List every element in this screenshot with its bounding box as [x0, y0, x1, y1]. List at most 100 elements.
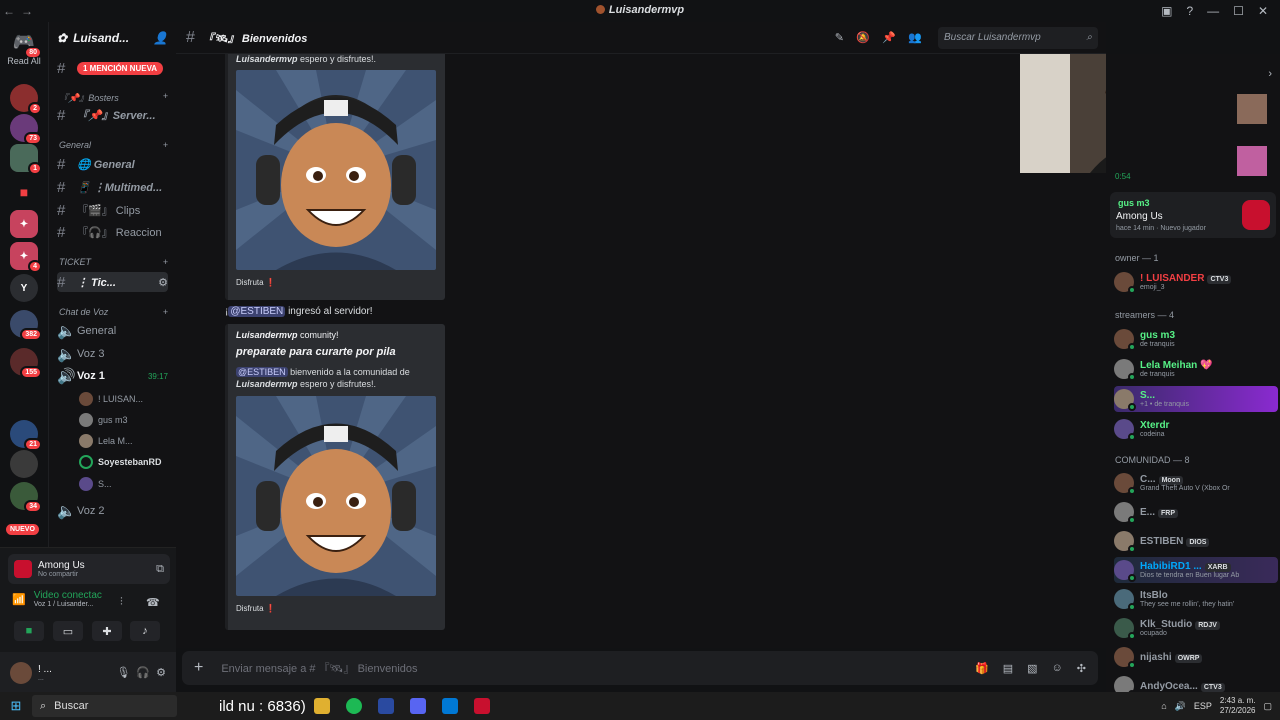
headphones-icon[interactable]: 🎧: [136, 666, 150, 679]
back-button[interactable]: ←: [0, 4, 18, 18]
channel-general[interactable]: # 🌐 General: [57, 154, 168, 174]
microphone-icon[interactable]: 🎙: [116, 666, 130, 679]
server-icon[interactable]: 34: [10, 482, 42, 513]
app-icon[interactable]: [377, 698, 394, 714]
voice-user[interactable]: SoyestebanRD: [79, 455, 162, 469]
forward-button[interactable]: →: [18, 4, 36, 18]
maximize-button[interactable]: ☐: [1233, 4, 1244, 18]
gif-icon[interactable]: ▤: [1003, 662, 1013, 675]
file-explorer-icon[interactable]: [313, 698, 330, 714]
server-icon[interactable]: 155: [10, 348, 42, 379]
member-row[interactable]: HabibiRD1 ... XARB Dios te tendra en Buen …: [1114, 557, 1278, 583]
gear-icon[interactable]: ⚙: [156, 666, 166, 679]
help-icon[interactable]: ?: [1186, 4, 1193, 18]
screen-share-button[interactable]: ▭: [53, 621, 83, 641]
activities-button[interactable]: ✚: [92, 621, 122, 641]
voice-user[interactable]: S...: [79, 477, 112, 491]
avatar[interactable]: [10, 661, 32, 684]
emoji-icon[interactable]: ☺: [1052, 662, 1063, 675]
volume-icon[interactable]: 🔊: [1175, 701, 1186, 712]
screen-share-icon[interactable]: ⧉: [156, 563, 164, 576]
close-button[interactable]: ✕: [1258, 4, 1268, 18]
add-member-icon[interactable]: 👤: [153, 31, 168, 45]
message-composer[interactable]: + Enviar mensaje a # 『🛰』 Bienvenidos 🎁 ▤…: [182, 651, 1098, 685]
member-row[interactable]: S... +1 • de tranquis: [1114, 386, 1278, 412]
server-icon[interactable]: ✦ 4: [10, 242, 42, 273]
server-icon[interactable]: 73: [10, 114, 42, 145]
voice-user[interactable]: Lela M...: [79, 434, 133, 448]
notifications-icon[interactable]: 🔕: [856, 31, 870, 44]
user-mention[interactable]: @ESTIBEN: [236, 367, 288, 377]
apps-icon[interactable]: ✣: [1077, 662, 1086, 675]
notifications-icon[interactable]: ▢: [1263, 701, 1272, 712]
threads-icon[interactable]: ✎: [835, 31, 844, 44]
read-all-button[interactable]: Read All: [0, 56, 48, 66]
category-general[interactable]: General +: [59, 140, 168, 150]
camera-button[interactable]: ■: [14, 621, 44, 641]
member-row[interactable]: Klk_Studio RDJV ocupado: [1114, 615, 1278, 641]
pin-icon[interactable]: 📌: [882, 31, 896, 44]
chevron-right-icon[interactable]: ›: [1268, 68, 1272, 80]
discord-icon[interactable]: [409, 698, 426, 714]
spotify-icon[interactable]: [345, 698, 362, 714]
settings-icon[interactable]: ⚙: [158, 276, 168, 289]
welcome-image[interactable]: [236, 70, 436, 270]
voice-user[interactable]: ! LUISAN...: [79, 392, 143, 406]
category-bosters[interactable]: 『📌』Bosters +: [59, 91, 168, 104]
channel-ticket[interactable]: # ⋮ Tic... ⚙: [57, 272, 168, 292]
among-us-taskbar-icon[interactable]: [473, 698, 490, 714]
server-icon[interactable]: [10, 450, 38, 478]
now-playing-card[interactable]: gus m3 Among Us hace 14 min · Nuevo juga…: [1110, 192, 1276, 238]
windows-start-icon[interactable]: ⊞: [0, 698, 32, 714]
taskbar-search[interactable]: ⌕ Buscar: [32, 695, 177, 717]
member-row[interactable]: ! LUISANDER CTV3 emoji_3: [1114, 269, 1278, 295]
member-row[interactable]: ESTIBEN DIOS: [1114, 528, 1278, 554]
welcome-image[interactable]: [236, 396, 436, 596]
server-icon[interactable]: 382: [10, 310, 42, 341]
voice-channel-voz1[interactable]: 🔊 Voz 1 39:17: [57, 366, 168, 386]
app-icon[interactable]: [441, 698, 458, 714]
server-icon[interactable]: ✦: [10, 210, 38, 238]
members-icon[interactable]: 👥: [908, 31, 922, 44]
minimize-button[interactable]: —: [1207, 4, 1219, 18]
channel-clips[interactable]: # 『🎬』 Clips: [57, 200, 168, 220]
category-voz[interactable]: Chat de Voz +: [59, 307, 168, 317]
sticker-icon[interactable]: ▧: [1027, 662, 1037, 675]
member-row[interactable]: nijashi OWRP: [1114, 644, 1278, 670]
server-header[interactable]: ✿ Luisand... 👤: [49, 22, 176, 54]
server-icon[interactable]: 2: [10, 84, 42, 115]
member-row[interactable]: Lela Meihan 💖 de tranquis: [1114, 356, 1278, 382]
network-icon[interactable]: ⌂: [1161, 701, 1166, 711]
search-input[interactable]: Buscar Luisandermvp ⌕: [938, 27, 1098, 49]
server-icon[interactable]: 1: [10, 144, 42, 175]
mention-banner[interactable]: # 1 MENCIÓN NUEVA: [57, 58, 168, 78]
channel-multimedia[interactable]: # 📱 ⋮Multimed...: [57, 177, 168, 197]
message-input[interactable]: Enviar mensaje a # 『🛰』 Bienvenidos: [221, 660, 417, 676]
member-row[interactable]: gus m3 de tranquis: [1114, 326, 1278, 352]
member-row[interactable]: ItsBlo They see me rollin', they hatin': [1114, 586, 1278, 612]
category-ticket[interactable]: TICKET +: [59, 257, 168, 267]
activity-card[interactable]: Among Us No compartir ⧉: [8, 554, 170, 584]
member-row[interactable]: Xterdr codeina: [1114, 416, 1278, 442]
member-row[interactable]: E... FRP: [1114, 499, 1278, 525]
channel-reaccion[interactable]: # 『🎧』 Reaccion: [57, 222, 168, 242]
voice-channel-voz3[interactable]: 🔈 Voz 3: [57, 344, 168, 364]
valorant-server-icon[interactable]: Y: [10, 274, 38, 302]
add-attachment-icon[interactable]: +: [194, 659, 203, 677]
user-mention[interactable]: @ESTIBEN: [228, 306, 286, 317]
noise-suppression-icon[interactable]: ⫶: [120, 596, 123, 609]
avatar[interactable]: [1237, 94, 1267, 124]
inbox-icon[interactable]: ▣: [1161, 4, 1172, 18]
gift-icon[interactable]: 🎁: [975, 662, 989, 675]
voice-channel-general[interactable]: 🔈 General: [57, 321, 168, 341]
voice-user[interactable]: gus m3: [79, 413, 128, 427]
avatar[interactable]: [1237, 146, 1267, 176]
server-icon[interactable]: 21: [10, 420, 42, 451]
disconnect-icon[interactable]: ☎: [146, 596, 160, 609]
member-row[interactable]: C... Moon Grand Theft Auto V (Xbox Or: [1114, 470, 1278, 496]
soundboard-button[interactable]: ♪: [130, 621, 160, 641]
channel-server[interactable]: # 『📌』Server...: [57, 105, 168, 125]
youtube-server-icon[interactable]: ■: [10, 178, 38, 206]
discord-home-icon[interactable]: 🎮 80: [10, 28, 42, 59]
voice-channel-voz2[interactable]: 🔈 Voz 2: [57, 501, 168, 521]
